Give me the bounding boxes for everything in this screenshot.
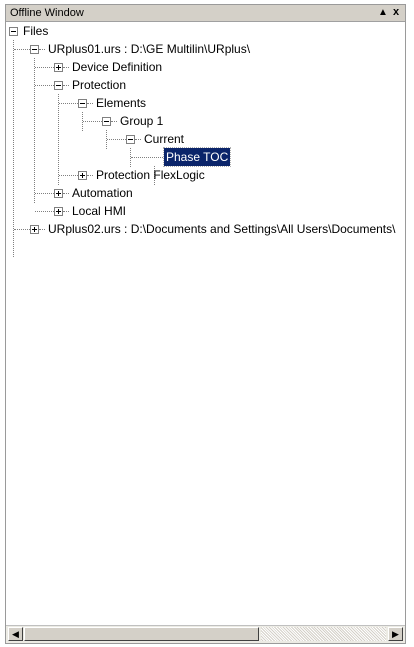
tree-line [14, 229, 30, 230]
tree-item-label: URplus02.urs : D:\Documents and Settings… [48, 222, 396, 236]
tree-item-label: URplus01.urs : D:\GE Multilin\URplus\ [48, 42, 251, 56]
horizontal-scrollbar[interactable]: ◀ ▶ [6, 625, 405, 643]
tree-line [39, 49, 45, 50]
file-tree: Files URplus01.urs : D:\GE Multilin\URpl… [6, 22, 405, 619]
tree-item-label: Group 1 [120, 114, 164, 128]
tree-item-label: Device Definition [72, 60, 163, 74]
tree-item-label: Current [144, 132, 185, 146]
tree-item-label-selected: Phase TOC [162, 147, 232, 167]
tree-line [39, 229, 45, 230]
tree-line [59, 175, 78, 176]
tree-line [13, 40, 14, 257]
expand-icon[interactable] [30, 225, 39, 234]
collapse-icon[interactable] [30, 45, 39, 54]
expand-icon[interactable] [54, 207, 63, 216]
title-bar: Offline Window ▲ x [6, 5, 405, 22]
tree-line [59, 103, 78, 104]
expand-icon[interactable] [54, 63, 63, 72]
tree-line [14, 49, 30, 50]
tree-item-label: Files [23, 24, 49, 38]
pin-icon[interactable]: ▲ [377, 6, 389, 19]
tree-item-label: Elements [96, 96, 147, 110]
tree-line [35, 193, 54, 194]
collapse-icon[interactable] [102, 117, 111, 126]
tree-line [35, 211, 54, 212]
tree-item-label: Automation [72, 186, 133, 200]
tree-line [107, 139, 126, 140]
tree-line [131, 157, 163, 158]
tree-line [63, 67, 69, 68]
collapse-icon[interactable] [54, 81, 63, 90]
scroll-thumb[interactable] [24, 627, 259, 641]
close-icon[interactable]: x [390, 6, 402, 19]
tree-line [87, 175, 93, 176]
tree-item-label: Protection FlexLogic [96, 168, 205, 182]
scroll-track[interactable] [261, 627, 386, 641]
offline-window-panel: Offline Window ▲ x Files URplus01.urs : … [5, 4, 406, 644]
tree-line [63, 85, 69, 86]
expand-icon[interactable] [54, 189, 63, 198]
tree-line [58, 94, 59, 185]
tree-line [111, 121, 117, 122]
tree-line [83, 121, 102, 122]
collapse-icon[interactable] [126, 135, 135, 144]
tree-line [135, 139, 141, 140]
tree-item-label: Protection [72, 78, 127, 92]
tree-line [35, 85, 54, 86]
window-title: Offline Window [10, 7, 84, 19]
expand-icon[interactable] [78, 171, 87, 180]
scroll-left-icon[interactable]: ◀ [8, 627, 23, 641]
collapse-icon[interactable] [9, 27, 18, 36]
scroll-right-icon[interactable]: ▶ [388, 627, 403, 641]
tree-line [87, 103, 93, 104]
tree-line [34, 58, 35, 203]
tree-line [63, 193, 69, 194]
tree-item-label: Local HMI [72, 204, 127, 218]
tree-line [35, 67, 54, 68]
tree-line [63, 211, 69, 212]
collapse-icon[interactable] [78, 99, 87, 108]
